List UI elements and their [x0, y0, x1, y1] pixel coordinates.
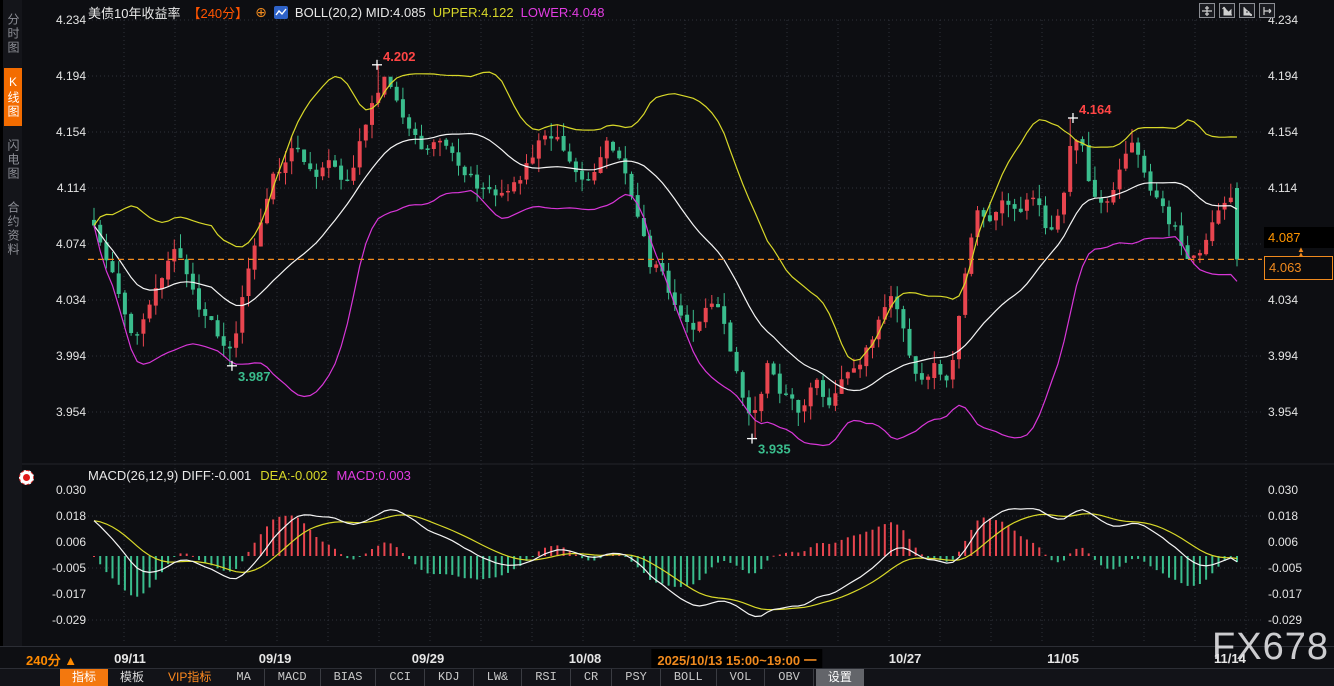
period-selector[interactable]: 240分 ▲ — [26, 650, 77, 669]
svg-text:-0.029: -0.029 — [1268, 613, 1302, 627]
symbol-title: 美债10年收益率 — [88, 3, 180, 22]
bottom-tab-active[interactable]: 指标 — [60, 669, 108, 686]
x-axis-date: 09/29 — [412, 651, 445, 666]
bottom-tab-plain[interactable]: 模板 — [108, 669, 156, 686]
bottom-tab-mono[interactable]: VOL — [717, 669, 766, 686]
candles-down — [92, 77, 1239, 414]
svg-text:4.194: 4.194 — [1268, 69, 1298, 83]
zoom-axis-left-icon[interactable] — [1219, 3, 1235, 18]
boll-mid-value: BOLL(20,2) MID:4.085 — [295, 5, 426, 20]
sidebar-tab-timeline[interactable]: 分时图 — [4, 6, 22, 62]
bottom-tab-mono[interactable]: MA — [223, 669, 264, 686]
svg-text:0.018: 0.018 — [56, 509, 86, 523]
svg-text:-0.005: -0.005 — [1268, 561, 1302, 575]
svg-text:3.954: 3.954 — [1268, 405, 1298, 419]
macd-dea-value: DEA:-0.002 — [260, 468, 327, 484]
crosshair-date-tag: 2025/10/13 15:00~19:00 一 — [651, 649, 822, 670]
jump-to-latest-icon[interactable]: ▲▲ — [1297, 247, 1305, 257]
svg-text:0.006: 0.006 — [1268, 535, 1298, 549]
chart-toolbar — [1199, 3, 1275, 18]
time-axis: 240分 ▲ 2025/10/13 15:00~19:00 一 09/11 09/… — [0, 646, 1334, 668]
macd-header: MACD(26,12,9) DIFF:-0.001 DEA:-0.002 MAC… — [88, 468, 411, 484]
x-axis-date: 10/27 — [889, 651, 922, 666]
add-indicator-icon[interactable]: ⊕ — [255, 6, 267, 18]
macd-diff-value: MACD(26,12,9) DIFF:-0.001 — [88, 468, 251, 484]
indicator-toolbar: 指标模板VIP指标MAMACDBIASCCIKDJLW&RSICRPSYBOLL… — [0, 668, 1334, 686]
svg-text:4.202: 4.202 — [383, 49, 416, 64]
sidebar-tab-kline[interactable]: K线图 — [4, 68, 22, 126]
svg-text:0.018: 0.018 — [1268, 509, 1298, 523]
period-label: 【240分】 — [187, 3, 248, 22]
pan-icon[interactable] — [1199, 3, 1215, 18]
boll-lower-line — [94, 191, 1237, 446]
svg-text:4.114: 4.114 — [1268, 181, 1297, 195]
bottom-tab-mono[interactable]: OBV — [765, 669, 814, 686]
sidebar: 分时图 K线图 闪电图 合约资料 — [0, 0, 22, 646]
extreme-marker: 4.164 — [1068, 102, 1112, 123]
svg-text:-0.017: -0.017 — [52, 587, 86, 601]
bottom-tab-mono[interactable]: PSY — [612, 669, 661, 686]
price-header: 美债10年收益率 【240分】 ⊕ BOLL(20,2) MID:4.085 U… — [88, 3, 604, 21]
chart-thumbnail-icon[interactable] — [274, 6, 288, 19]
svg-text:3.935: 3.935 — [758, 442, 791, 457]
svg-text:3.994: 3.994 — [1268, 349, 1298, 363]
candles-up — [141, 77, 1232, 413]
svg-text:0.030: 0.030 — [1268, 483, 1298, 497]
bottom-tab-mono[interactable]: MACD — [265, 669, 321, 686]
watermark: FX678 — [1212, 626, 1329, 669]
svg-text:4.164: 4.164 — [1079, 102, 1112, 117]
svg-text:0.030: 0.030 — [56, 483, 86, 497]
bottom-tab-settings[interactable]: 设置 — [816, 669, 864, 686]
last-price-tag: 4.063 — [1264, 256, 1333, 280]
bottom-tab-mono[interactable]: BOLL — [661, 669, 717, 686]
svg-text:-0.017: -0.017 — [1268, 587, 1302, 601]
charting-app: 4.2344.2344.1944.1944.1544.1544.1144.114… — [0, 0, 1334, 686]
boll-upper-value: UPPER:4.122 — [433, 5, 514, 20]
bottom-tab-mono[interactable]: BIAS — [321, 669, 377, 686]
svg-text:4.194: 4.194 — [56, 69, 86, 83]
svg-text:4.034: 4.034 — [1268, 293, 1298, 307]
x-axis-date: 09/11 — [114, 651, 146, 666]
bottom-tab-mono[interactable]: RSI — [522, 669, 571, 686]
bottom-tab-vip[interactable]: VIP指标 — [156, 669, 223, 686]
chart-canvas[interactable]: 4.2344.2344.1944.1944.1544.1544.1144.114… — [0, 0, 1334, 686]
svg-text:0.006: 0.006 — [56, 535, 86, 549]
svg-text:4.154: 4.154 — [56, 125, 86, 139]
svg-text:4.234: 4.234 — [56, 13, 86, 27]
bottom-tab-mono[interactable]: CCI — [376, 669, 425, 686]
pan-right-icon[interactable] — [1259, 3, 1275, 18]
svg-text:3.994: 3.994 — [56, 349, 86, 363]
svg-text:-0.005: -0.005 — [52, 561, 86, 575]
svg-text:3.987: 3.987 — [238, 369, 271, 384]
svg-text:4.114: 4.114 — [57, 181, 86, 195]
diff-line — [94, 509, 1237, 617]
bottom-tab-mono[interactable]: LW& — [474, 669, 523, 686]
sidebar-tab-contract-info[interactable]: 合约资料 — [4, 194, 22, 264]
alert-icon[interactable] — [19, 470, 34, 485]
bottom-tab-mono[interactable]: KDJ — [425, 669, 474, 686]
svg-text:4.074: 4.074 — [56, 237, 86, 251]
x-axis-date: 11/05 — [1047, 651, 1079, 666]
bottom-tab-mono[interactable]: CR — [571, 669, 612, 686]
x-axis-date: 10/08 — [569, 651, 602, 666]
svg-text:3.954: 3.954 — [56, 405, 86, 419]
zoom-axis-right-icon[interactable] — [1239, 3, 1255, 18]
svg-text:-0.029: -0.029 — [52, 613, 86, 627]
boll-mid-line — [94, 134, 1237, 391]
x-axis-date: 09/19 — [259, 651, 292, 666]
svg-text:4.154: 4.154 — [1268, 125, 1298, 139]
sidebar-tab-flash[interactable]: 闪电图 — [4, 132, 22, 188]
macd-hist-negative — [99, 556, 1238, 597]
macd-hist-value: MACD:0.003 — [336, 468, 410, 484]
extreme-marker: 3.935 — [747, 434, 791, 457]
boll-lower-value: LOWER:4.048 — [521, 5, 605, 20]
dea-line — [94, 514, 1237, 610]
svg-text:4.034: 4.034 — [56, 293, 86, 307]
